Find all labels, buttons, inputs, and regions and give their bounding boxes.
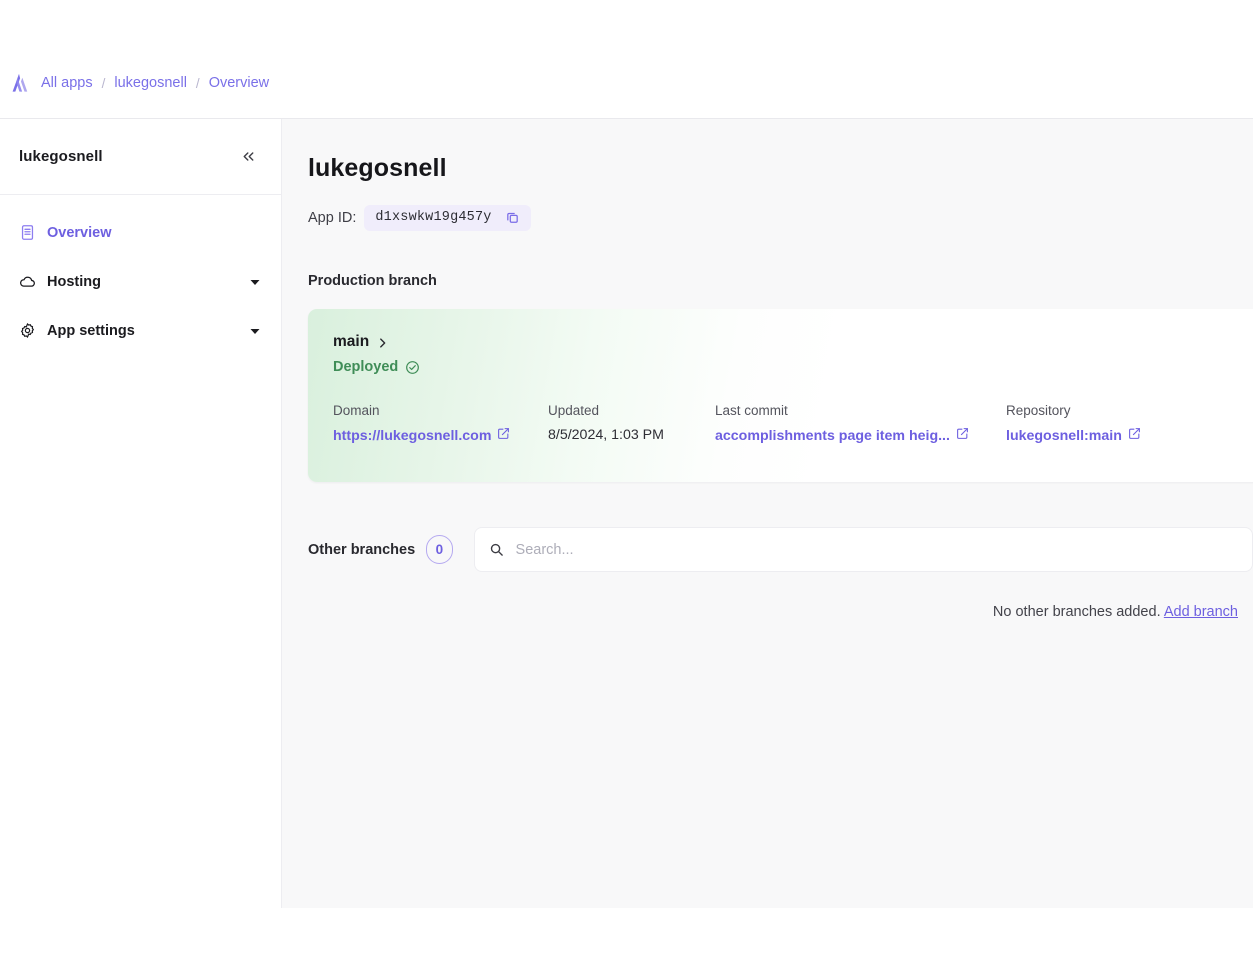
app-id-label: App ID: xyxy=(308,210,357,226)
breadcrumb-item-app[interactable]: lukegosnell xyxy=(114,75,187,91)
domain-link[interactable]: https://lukegosnell.com xyxy=(333,427,548,444)
search-input[interactable] xyxy=(515,541,1238,558)
branch-name-text: main xyxy=(333,333,370,350)
breadcrumb-separator: / xyxy=(101,75,106,91)
last-commit-text: accomplishments page item heig... xyxy=(715,427,950,444)
breadcrumb: All apps / lukegosnell / Overview xyxy=(0,70,269,118)
copy-icon[interactable] xyxy=(505,210,520,225)
updated-timestamp: 8/5/2024, 1:03 PM xyxy=(548,427,664,443)
other-branches-row: Other branches 0 xyxy=(308,527,1253,572)
sidebar-app-name: lukegosnell xyxy=(19,148,103,165)
meta-header: Last commit xyxy=(715,403,788,418)
app-id-row: App ID: d1xswkw19g457y xyxy=(308,205,1253,231)
sidebar-item-label: Overview xyxy=(47,224,112,241)
sidebar-nav: Overview Hosting App settings xyxy=(0,195,281,355)
external-link-icon xyxy=(956,427,969,444)
chevron-down-icon[interactable] xyxy=(249,276,261,288)
chevron-right-icon xyxy=(377,336,388,348)
branch-meta-updated: Updated 8/5/2024, 1:03 PM xyxy=(548,403,715,444)
sidebar-item-label: Hosting xyxy=(47,273,101,290)
branch-meta-repository: Repository lukegosnell:main xyxy=(1006,403,1206,444)
sidebar-item-label: App settings xyxy=(47,322,135,339)
cloud-icon xyxy=(18,273,36,291)
repository-text: lukegosnell:main xyxy=(1006,427,1122,444)
sidebar-item-overview[interactable]: Overview xyxy=(0,208,281,257)
empty-state-text: No other branches added. xyxy=(992,604,1161,620)
production-branch-label: Production branch xyxy=(308,273,437,289)
app-root: All apps / lukegosnell / Overview lukego… xyxy=(0,0,1253,967)
branch-meta-domain: Domain https://lukegosnell.com xyxy=(333,403,548,444)
meta-header: Updated xyxy=(548,403,600,418)
branch-meta-row: Domain https://lukegosnell.com Updated 8… xyxy=(333,403,1253,444)
document-list-icon xyxy=(18,224,36,242)
status-badge: Deployed xyxy=(333,359,1253,375)
breadcrumb-item-overview[interactable]: Overview xyxy=(209,75,269,91)
sidebar: lukegosnell Overview Hosting App setting… xyxy=(0,119,282,908)
sidebar-header: lukegosnell xyxy=(0,119,281,195)
external-link-icon xyxy=(1128,427,1141,444)
chevron-down-icon[interactable] xyxy=(249,325,261,337)
status-text: Deployed xyxy=(333,359,399,375)
amplify-logo-icon xyxy=(6,70,32,96)
chevron-double-left-icon[interactable] xyxy=(235,144,261,170)
external-link-icon xyxy=(497,427,510,444)
add-branch-link[interactable]: Add branch xyxy=(1164,604,1238,620)
sidebar-item-hosting[interactable]: Hosting xyxy=(0,257,281,306)
other-branches-count-badge: 0 xyxy=(426,535,453,564)
sidebar-item-app-settings[interactable]: App settings xyxy=(0,306,281,355)
gear-icon xyxy=(18,322,36,340)
meta-header: Domain xyxy=(333,403,380,418)
empty-state-row: No other branches added. Add branch xyxy=(308,604,1238,620)
repository-link[interactable]: lukegosnell:main xyxy=(1006,427,1206,444)
branch-meta-last-commit: Last commit accomplishments page item he… xyxy=(715,403,1006,444)
branch-name-link[interactable]: main xyxy=(333,333,1253,351)
breadcrumb-separator: / xyxy=(195,75,200,91)
app-id-chip: d1xswkw19g457y xyxy=(364,205,531,231)
last-commit-link[interactable]: accomplishments page item heig... xyxy=(715,427,1006,444)
production-branch-card: main Deployed Domain https://lukegosnell… xyxy=(308,309,1253,482)
other-branches-label: Other branches xyxy=(308,541,416,558)
meta-header: Repository xyxy=(1006,403,1071,418)
top-breadcrumb-bar: All apps / lukegosnell / Overview xyxy=(0,0,1253,119)
domain-text: https://lukegosnell.com xyxy=(333,427,492,444)
page-title: lukegosnell xyxy=(308,154,447,182)
search-box[interactable] xyxy=(473,527,1253,572)
app-id-value: d1xswkw19g457y xyxy=(375,210,492,225)
main-content: lukegosnell App ID: d1xswkw19g457y Produ… xyxy=(282,119,1253,908)
breadcrumb-item-all-apps[interactable]: All apps xyxy=(41,75,93,91)
search-icon xyxy=(489,542,504,557)
check-circle-icon xyxy=(405,360,420,375)
